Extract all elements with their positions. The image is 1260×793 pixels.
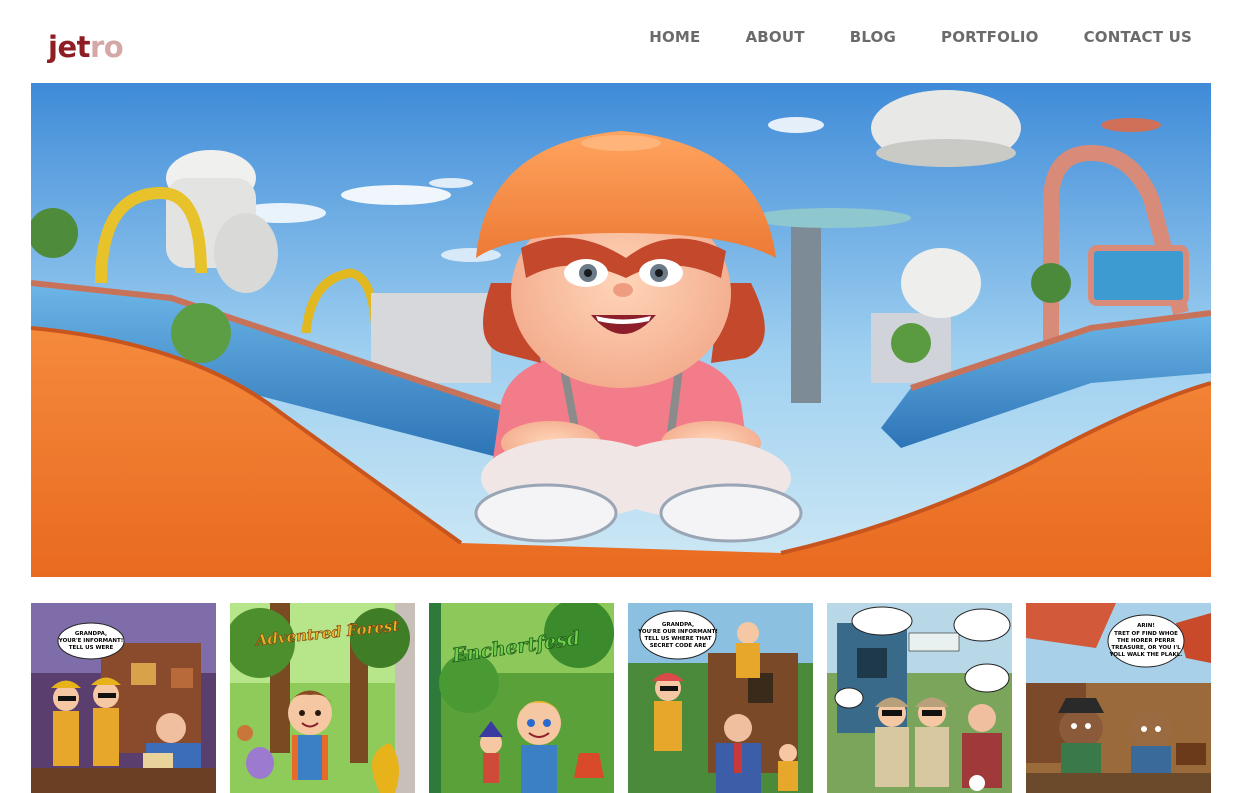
svg-text:YOUR'E INFORMANT!: YOUR'E INFORMANT! <box>58 638 123 644</box>
nav-portfolio[interactable]: PORTFOLIO <box>941 28 1039 46</box>
bubble-text-1: GRANDPA, <box>75 631 107 637</box>
gallery-thumb-1[interactable]: GRANDPA, YOUR'E INFORMANT! TELL US WERE <box>31 603 216 793</box>
comic-thumbnail-4: GRANDPA, YOU'RE OUR INFORMANT! TELL US W… <box>628 603 813 793</box>
bubble-text-6: ARIN! <box>1137 623 1155 629</box>
svg-text:TELL US WHERE THAT: TELL US WHERE THAT <box>644 636 711 642</box>
nav-about[interactable]: ABOUT <box>745 28 804 46</box>
logo[interactable]: jetro <box>48 30 124 64</box>
svg-text:YOU'RE OUR INFORMANT!: YOU'RE OUR INFORMANT! <box>637 629 718 635</box>
nav-contact-us[interactable]: CONTACT US <box>1084 28 1192 46</box>
logo-part-2: ro <box>89 30 124 64</box>
gallery-thumb-2[interactable]: Adventred Forest <box>230 603 415 793</box>
hero-illustration <box>31 83 1211 577</box>
main-nav: HOME ABOUT BLOG PORTFOLIO CONTACT US <box>649 28 1192 46</box>
svg-text:THE HORER PERRR: THE HORER PERRR <box>1117 638 1176 644</box>
svg-text:TRET OF FIND WHOE: TRET OF FIND WHOE <box>1114 631 1178 637</box>
svg-text:TREASURE, OR YOU I'L: TREASURE, OR YOU I'L <box>1111 645 1181 651</box>
hero-image <box>31 83 1211 577</box>
nav-home[interactable]: HOME <box>649 28 700 46</box>
svg-text:SECRET CODE ARE: SECRET CODE ARE <box>650 643 707 649</box>
svg-text:TELL US WERE: TELL US WERE <box>69 645 114 651</box>
logo-part-1: jet <box>48 30 90 64</box>
gallery: GRANDPA, YOUR'E INFORMANT! TELL US WERE <box>31 603 1211 793</box>
comic-thumbnail-1: GRANDPA, YOUR'E INFORMANT! TELL US WERE <box>31 603 216 793</box>
svg-text:YOLL WALK THE PLAKL.: YOLL WALK THE PLAKL. <box>1109 652 1183 658</box>
gallery-thumb-4[interactable]: GRANDPA, YOU'RE OUR INFORMANT! TELL US W… <box>628 603 813 793</box>
gallery-thumb-5[interactable] <box>827 603 1012 793</box>
storybook-thumbnail-2: Adventred Forest <box>230 603 415 793</box>
comic-thumbnail-5 <box>827 603 1012 793</box>
nav-blog[interactable]: BLOG <box>850 28 896 46</box>
gallery-thumb-3[interactable]: Enchertfesd <box>429 603 614 793</box>
gallery-thumb-6[interactable]: ARIN! TRET OF FIND WHOE THE HORER PERRR … <box>1026 603 1211 793</box>
comic-thumbnail-6: ARIN! TRET OF FIND WHOE THE HORER PERRR … <box>1026 603 1211 793</box>
storybook-thumbnail-3: Enchertfesd <box>429 603 614 793</box>
bubble-text-4: GRANDPA, <box>662 622 694 628</box>
